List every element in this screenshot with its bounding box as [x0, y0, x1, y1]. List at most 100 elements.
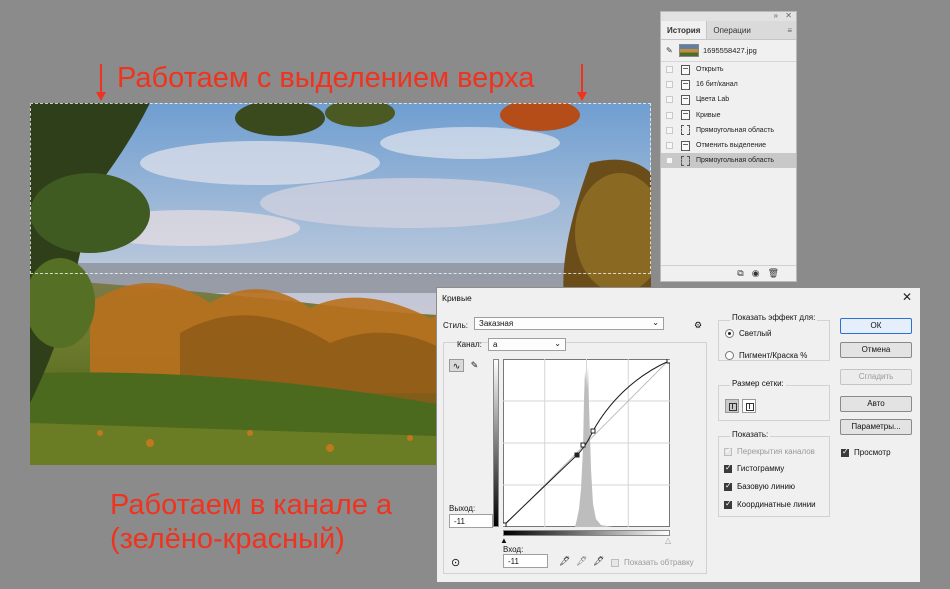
- trash-icon[interactable]: 🗑: [768, 268, 779, 279]
- marquee-icon: [681, 125, 690, 136]
- checkbox-box: [724, 499, 732, 509]
- detailed-grid-icon[interactable]: [742, 399, 756, 413]
- history-step[interactable]: Цвета Lab: [661, 92, 796, 107]
- style-select[interactable]: Заказная ⌄: [474, 317, 664, 330]
- preview-label: Просмотр: [854, 448, 891, 457]
- annotation-bottom-line1: Работаем в канале а: [110, 489, 393, 521]
- new-document-from-state-icon[interactable]: ⧉: [737, 268, 743, 279]
- baseline-checkbox[interactable]: Базовую линию: [724, 481, 795, 491]
- preview-checkbox[interactable]: Просмотр: [841, 447, 891, 457]
- camera-icon[interactable]: ◉: [752, 268, 760, 279]
- output-label: Выход:: [449, 504, 476, 513]
- history-step[interactable]: Отменить выделение: [661, 138, 796, 153]
- show-label: Показать:: [730, 430, 771, 439]
- checkbox-label: Базовую линию: [737, 482, 795, 491]
- show-clipping-checkbox[interactable]: Показать обтравку: [611, 558, 694, 567]
- history-step-label: Отменить выделение: [696, 142, 767, 150]
- tab-actions[interactable]: Операции: [707, 21, 756, 39]
- arrow-down-icon-right: [577, 64, 587, 101]
- histogram-checkbox[interactable]: Гистограмму: [724, 463, 784, 473]
- history-step-active[interactable]: Прямоугольная область: [661, 153, 796, 169]
- intersection-lines-checkbox[interactable]: Координатные линии: [724, 499, 816, 509]
- checkbox-box: [724, 481, 732, 491]
- gear-icon[interactable]: ⚙: [694, 320, 702, 331]
- history-source-checkbox[interactable]: [666, 111, 673, 119]
- history-step[interactable]: Открыть: [661, 62, 796, 77]
- show-effect-label: Показать эффект для:: [730, 313, 818, 322]
- target-adjust-icon[interactable]: ⊙: [451, 556, 460, 569]
- history-snapshot[interactable]: ✎ 1695558427.jpg: [661, 40, 796, 62]
- channel-select-value: a: [493, 340, 498, 349]
- history-step-label: Цвета Lab: [696, 96, 730, 104]
- history-step-label: Кривые: [696, 111, 721, 119]
- channel-overlays-checkbox[interactable]: Перекрытия каналов: [724, 446, 815, 456]
- document-icon: [681, 64, 690, 75]
- history-source-checkbox[interactable]: [666, 81, 673, 89]
- history-step-label: 16 бит/канал: [696, 81, 738, 89]
- close-icon[interactable]: ✕: [902, 290, 912, 304]
- radio-dot: [725, 351, 734, 360]
- cancel-button[interactable]: Отмена: [840, 342, 912, 358]
- brush-icon[interactable]: ✎: [666, 46, 676, 55]
- black-point-slider-icon[interactable]: ▲: [500, 536, 508, 545]
- annotation-top: Работаем с выделением верха: [117, 62, 535, 94]
- white-eyedropper-icon[interactable]: 🖋: [593, 556, 604, 567]
- radio-dot: [725, 329, 734, 338]
- channel-label: Канал:: [457, 340, 482, 349]
- history-step-label: Открыть: [696, 66, 724, 74]
- smooth-button[interactable]: Сгладить: [840, 369, 912, 385]
- curve-point-selected: [574, 452, 580, 458]
- input-label: Вход:: [503, 545, 524, 554]
- close-icon[interactable]: ✕: [785, 11, 792, 20]
- show-clipping-label: Показать обтравку: [624, 558, 694, 567]
- channel-select[interactable]: a ⌄: [488, 338, 566, 351]
- style-select-value: Заказная: [479, 319, 514, 328]
- ok-button[interactable]: ОК: [840, 318, 912, 334]
- curve-point: [590, 428, 596, 434]
- curve-point-tool-icon[interactable]: ∿: [449, 359, 464, 372]
- style-label: Стиль:: [443, 321, 468, 330]
- output-field[interactable]: -11: [449, 514, 493, 528]
- simple-grid-icon[interactable]: [725, 399, 739, 413]
- chevron-down-icon: ⌄: [554, 339, 561, 348]
- document-icon: [681, 110, 690, 121]
- output-gradient-bar: [493, 359, 499, 527]
- pencil-icon[interactable]: ✎: [467, 359, 482, 372]
- tab-history[interactable]: История: [661, 21, 708, 39]
- document-icon: [681, 94, 690, 105]
- gray-eyedropper-icon[interactable]: 🖋: [576, 556, 587, 567]
- curve-point: [503, 522, 507, 527]
- history-source-checkbox[interactable]: [666, 142, 673, 150]
- checkbox-box: [724, 446, 732, 456]
- marquee-icon: [681, 155, 690, 166]
- curves-dialog: Кривые ✕ Стиль: Заказная ⌄ ⚙ Канал: a ⌄ …: [436, 287, 921, 583]
- snapshot-name: 1695558427.jpg: [703, 46, 757, 55]
- arrow-down-icon-left: [96, 64, 106, 101]
- black-eyedropper-icon[interactable]: 🖋: [559, 556, 570, 567]
- document-icon: [681, 79, 690, 90]
- white-point-slider-icon[interactable]: △: [665, 536, 671, 545]
- menu-icon[interactable]: ≡: [787, 26, 792, 35]
- curve-graph[interactable]: [503, 359, 670, 527]
- history-step[interactable]: Прямоугольная область: [661, 123, 796, 138]
- history-source-checkbox[interactable]: [666, 96, 673, 104]
- collapse-icon[interactable]: »: [774, 11, 778, 20]
- options-button[interactable]: Параметры...: [840, 419, 912, 435]
- history-source-checkbox[interactable]: [666, 157, 673, 165]
- curve-point: [666, 359, 670, 364]
- annotation-bottom: Работаем в канале а (зелёно-красный): [110, 488, 392, 556]
- radio-pigment-label: Пигмент/Краска %: [739, 351, 808, 360]
- radio-pigment[interactable]: Пигмент/Краска %: [725, 351, 807, 360]
- history-step[interactable]: Кривые: [661, 108, 796, 123]
- history-source-checkbox[interactable]: [666, 126, 673, 134]
- annotation-bottom-line2: (зелёно-красный): [110, 523, 345, 555]
- radio-light[interactable]: Светлый: [725, 329, 772, 338]
- checkbox-box: [611, 558, 619, 567]
- document-icon: [681, 140, 690, 151]
- auto-button[interactable]: Авто: [840, 396, 912, 412]
- history-step[interactable]: 16 бит/канал: [661, 77, 796, 92]
- history-source-checkbox[interactable]: [666, 66, 673, 74]
- input-field[interactable]: -11: [503, 554, 548, 568]
- checkbox-box: [841, 447, 849, 457]
- checkbox-label: Координатные линии: [737, 500, 816, 509]
